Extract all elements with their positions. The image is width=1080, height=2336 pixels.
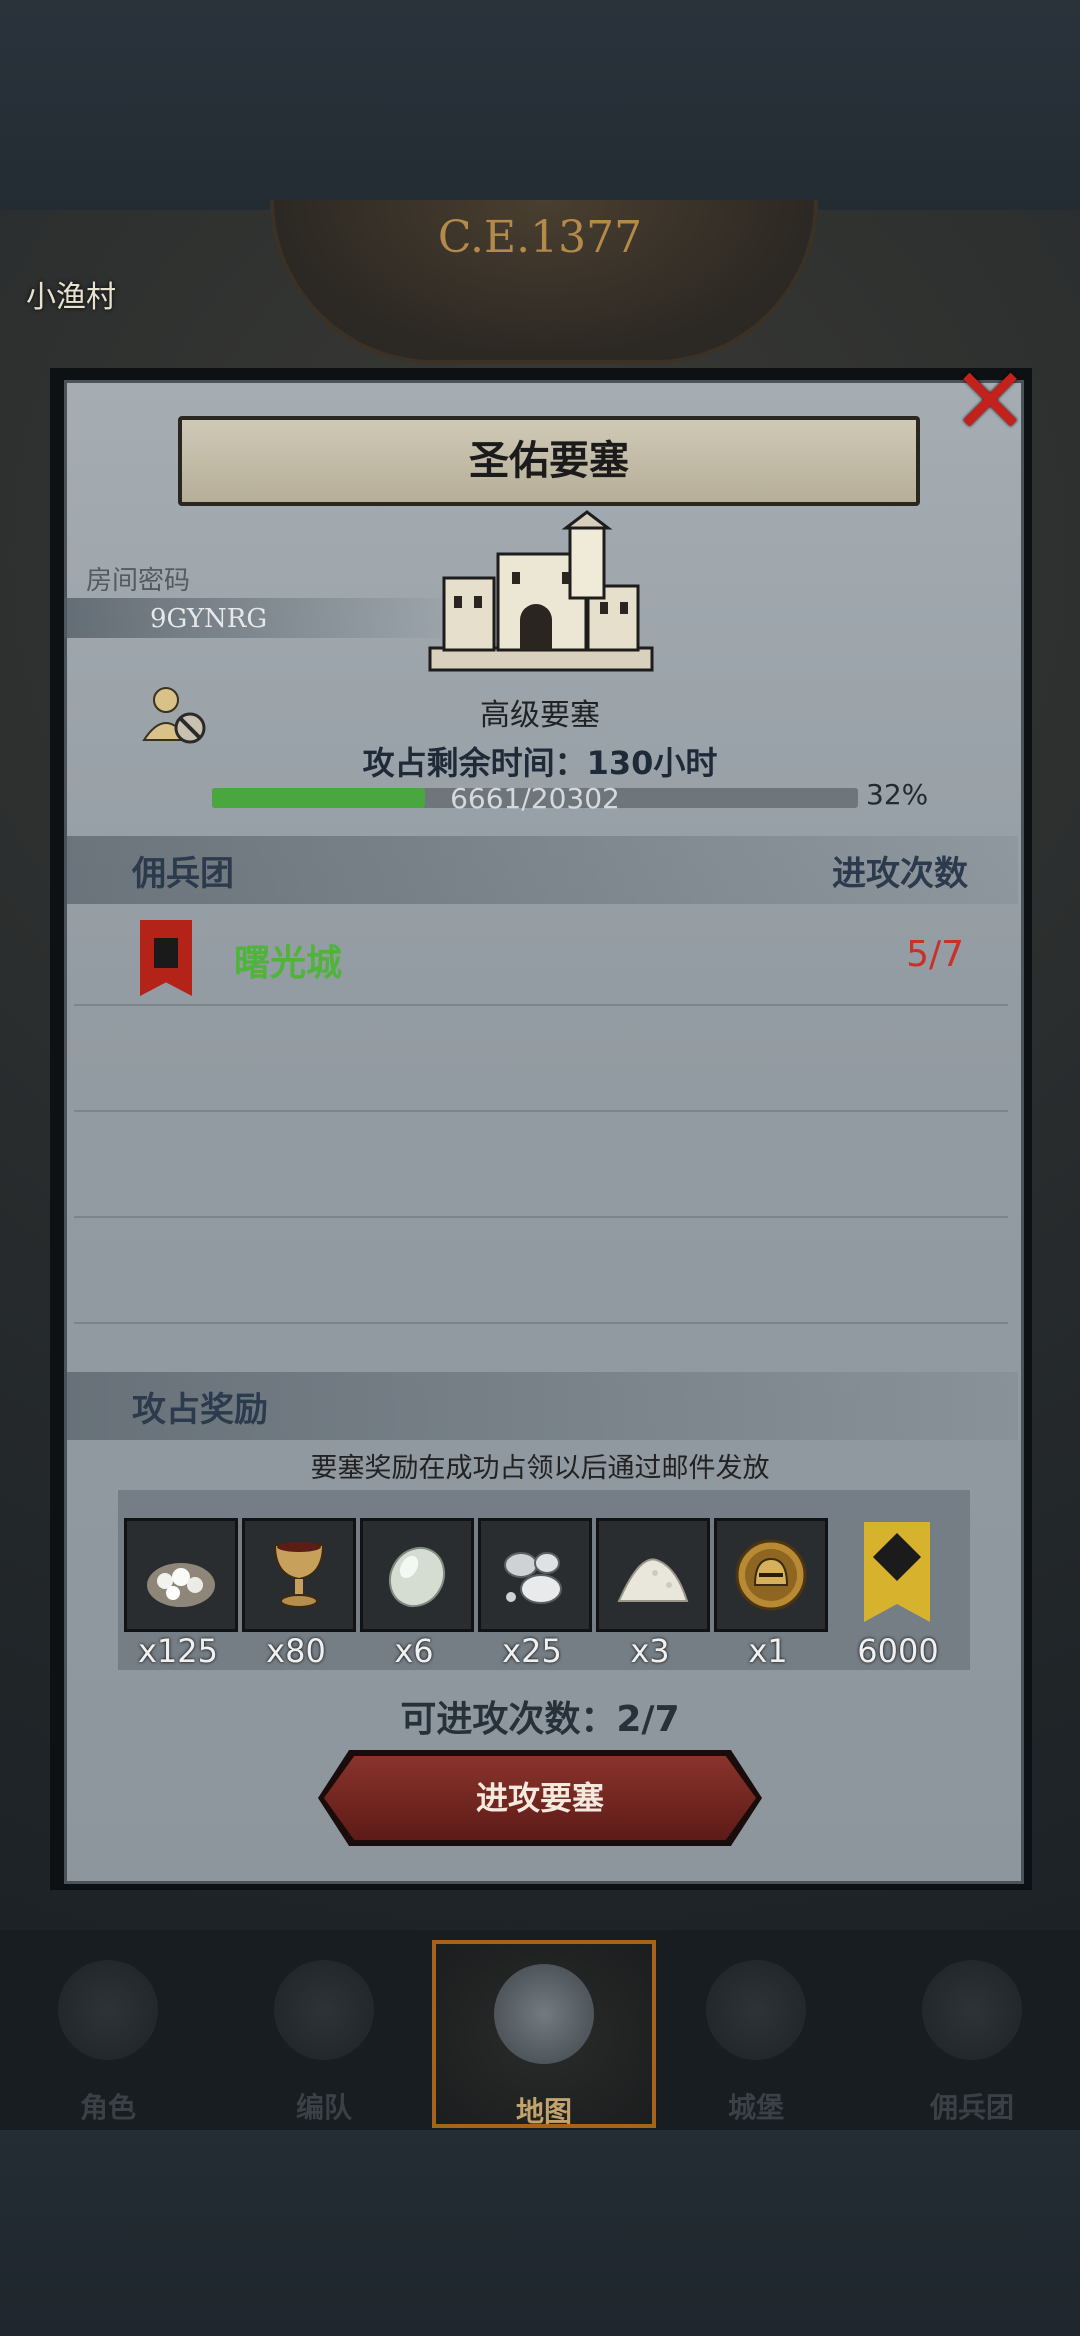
rewards-header: 攻占奖励	[132, 1390, 268, 1430]
reward-qty: x3	[630, 1632, 670, 1670]
fortress-title: 圣佑要塞	[178, 416, 920, 506]
reward-tile[interactable]	[124, 1518, 238, 1632]
attack-attempts: 可进攻次数：2/7	[400, 1699, 680, 1740]
nav-label: 地图	[515, 2095, 572, 2128]
reward-qty: x125	[137, 1632, 218, 1670]
reward-tile[interactable]	[478, 1518, 592, 1632]
era-label: C.E.1377	[437, 212, 643, 263]
nav-label: 编队	[295, 2091, 352, 2124]
nav-item-mercenary[interactable]: 佣兵团	[864, 1940, 1080, 2124]
close-icon[interactable]: ✕	[950, 356, 1030, 448]
reward-qty: x80	[266, 1632, 326, 1670]
globe-map-icon	[494, 1964, 594, 2064]
powder-pile-icon	[617, 1558, 689, 1602]
bottom-background	[0, 2130, 1080, 2336]
nav-item-formation[interactable]: 编队	[216, 1940, 432, 2124]
goblet-icon	[273, 1542, 325, 1608]
nav-label: 城堡	[727, 2091, 784, 2124]
village-label[interactable]: 小渔村	[26, 272, 116, 316]
legion-name[interactable]: 曙光城	[234, 934, 342, 986]
top-status-bar	[0, 0, 1080, 210]
salt-sack-icon	[147, 1563, 215, 1607]
reward-tile[interactable]	[596, 1518, 710, 1632]
nav-item-castle[interactable]: 城堡	[648, 1940, 864, 2124]
room-password-label: 房间密码	[86, 566, 191, 596]
reward-tile[interactable]	[242, 1518, 356, 1632]
capture-progress-bar: 6661/20302	[212, 782, 858, 815]
reward-qty: x6	[394, 1632, 434, 1670]
room-password-value[interactable]: 9GYNRG	[150, 604, 267, 634]
row-divider	[74, 1322, 1008, 1324]
row-divider	[74, 1004, 1008, 1006]
reward-qty: 6000	[857, 1632, 939, 1670]
nav-item-map[interactable]: 地图	[432, 1940, 656, 2128]
reward-tile[interactable]	[360, 1518, 474, 1632]
nav-label: 角色	[79, 2091, 136, 2124]
silver-ore-icon	[504, 1552, 562, 1604]
castle-icon	[706, 1960, 806, 2060]
knight-figure-icon	[58, 1960, 158, 2060]
rewards-note: 要塞奖励在成功占领以后通过邮件发放	[310, 1453, 770, 1484]
reward-tile[interactable]	[714, 1518, 828, 1632]
reward-qty: x25	[502, 1632, 562, 1670]
attack-fortress-button[interactable]: 进攻要塞	[324, 1756, 756, 1840]
nav-item-character[interactable]: 角色	[0, 1940, 216, 2124]
attacks-header: 进攻次数	[832, 854, 968, 894]
progress-percent: 32%	[866, 778, 929, 811]
reward-qty: x1	[748, 1632, 788, 1670]
formation-icon	[274, 1960, 374, 2060]
fortress-type: 高级要塞	[480, 698, 600, 733]
fortress-castle-icon	[428, 510, 654, 672]
row-divider	[74, 1110, 1008, 1112]
legion-attack-count: 5/7	[906, 934, 964, 975]
gem-stone-icon	[388, 1546, 446, 1608]
progress-text: 6661/20302	[450, 782, 620, 815]
legion-header: 佣兵团	[132, 854, 234, 894]
knight-helmet-coin-icon	[735, 1539, 807, 1611]
nav-label: 佣兵团	[929, 2091, 1014, 2124]
mercenary-icon	[922, 1960, 1022, 2060]
row-divider	[74, 1216, 1008, 1218]
